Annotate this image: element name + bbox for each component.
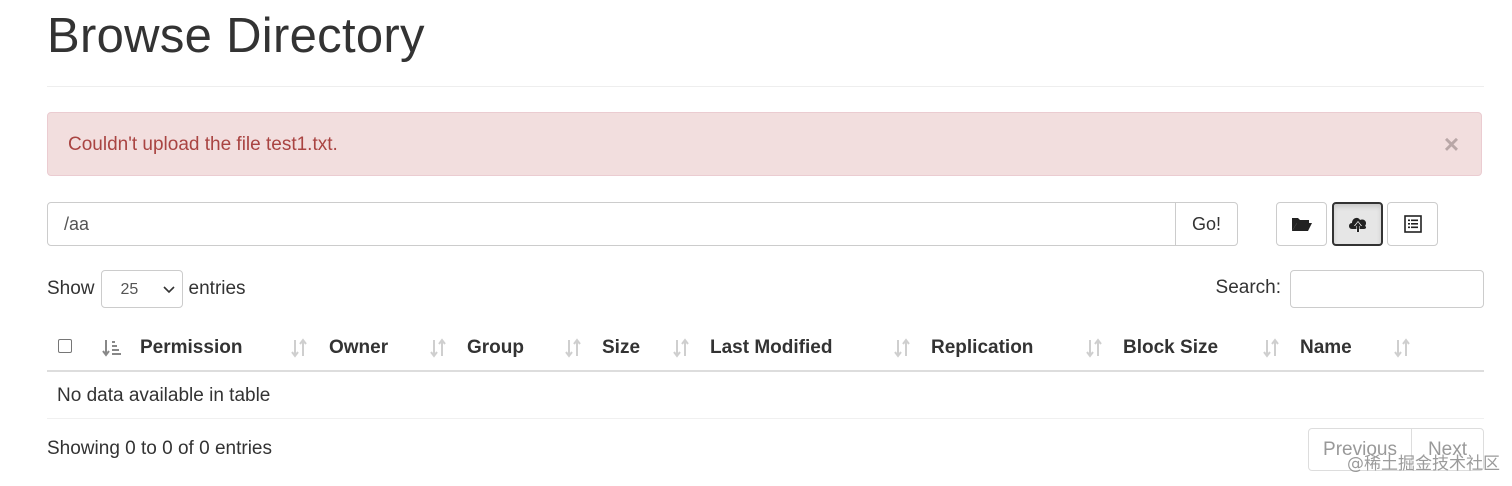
entries-length-value: 25: [120, 281, 139, 298]
search-input[interactable]: [1290, 270, 1484, 308]
search-label: Search:: [1215, 277, 1281, 298]
column-header-name[interactable]: Name: [1300, 326, 1352, 370]
page-title: Browse Directory: [47, 9, 425, 63]
path-input[interactable]: [47, 202, 1176, 246]
show-label: Show: [47, 278, 95, 299]
sort-icon[interactable]: [290, 338, 308, 358]
title-divider: [47, 86, 1484, 87]
alert-message: Couldn't upload the file test1.txt.: [68, 134, 338, 155]
path-input-group: Go!: [47, 202, 1238, 246]
table-info: Showing 0 to 0 of 0 entries: [47, 438, 272, 459]
sort-icon[interactable]: [1085, 338, 1103, 358]
table-header: Permission Owner Group Size Last Modifie…: [47, 326, 1484, 372]
create-directory-button[interactable]: [1276, 202, 1327, 246]
entries-length-select[interactable]: 25: [100, 270, 183, 308]
column-header-size[interactable]: Size: [602, 326, 640, 370]
column-header-permission[interactable]: Permission: [140, 326, 242, 370]
sort-icon[interactable]: [893, 338, 911, 358]
folder-icon: [1291, 218, 1312, 231]
column-header-owner[interactable]: Owner: [329, 326, 388, 370]
list-icon: [1403, 215, 1422, 233]
chevron-down-icon: [162, 286, 175, 294]
select-all-checkbox[interactable]: [58, 339, 72, 353]
column-header-last-modified[interactable]: Last Modified: [710, 326, 832, 370]
sort-icon[interactable]: [429, 338, 447, 358]
column-header-block-size[interactable]: Block Size: [1123, 326, 1218, 370]
sort-icon[interactable]: [564, 338, 582, 358]
sort-icon[interactable]: [1393, 338, 1411, 358]
table-row-divider: [47, 418, 1484, 419]
sort-icon[interactable]: [1262, 338, 1280, 358]
close-icon[interactable]: ×: [1444, 131, 1459, 157]
sort-icon[interactable]: [672, 338, 690, 358]
entries-label: entries: [188, 278, 246, 299]
upload-file-button[interactable]: [1332, 202, 1383, 246]
empty-table-message: No data available in table: [57, 385, 271, 406]
column-header-group[interactable]: Group: [467, 326, 524, 370]
length-control: Show 25 entries: [47, 270, 246, 308]
sort-ascending-icon[interactable]: [102, 338, 122, 358]
go-button[interactable]: Go!: [1175, 202, 1238, 246]
watermark: @稀土掘金技术社区: [1347, 454, 1500, 474]
error-alert: Couldn't upload the file test1.txt. ×: [47, 112, 1482, 176]
column-header-replication[interactable]: Replication: [931, 326, 1033, 370]
cloud-upload-icon: [1348, 217, 1366, 232]
cut-paste-button[interactable]: [1387, 202, 1438, 246]
